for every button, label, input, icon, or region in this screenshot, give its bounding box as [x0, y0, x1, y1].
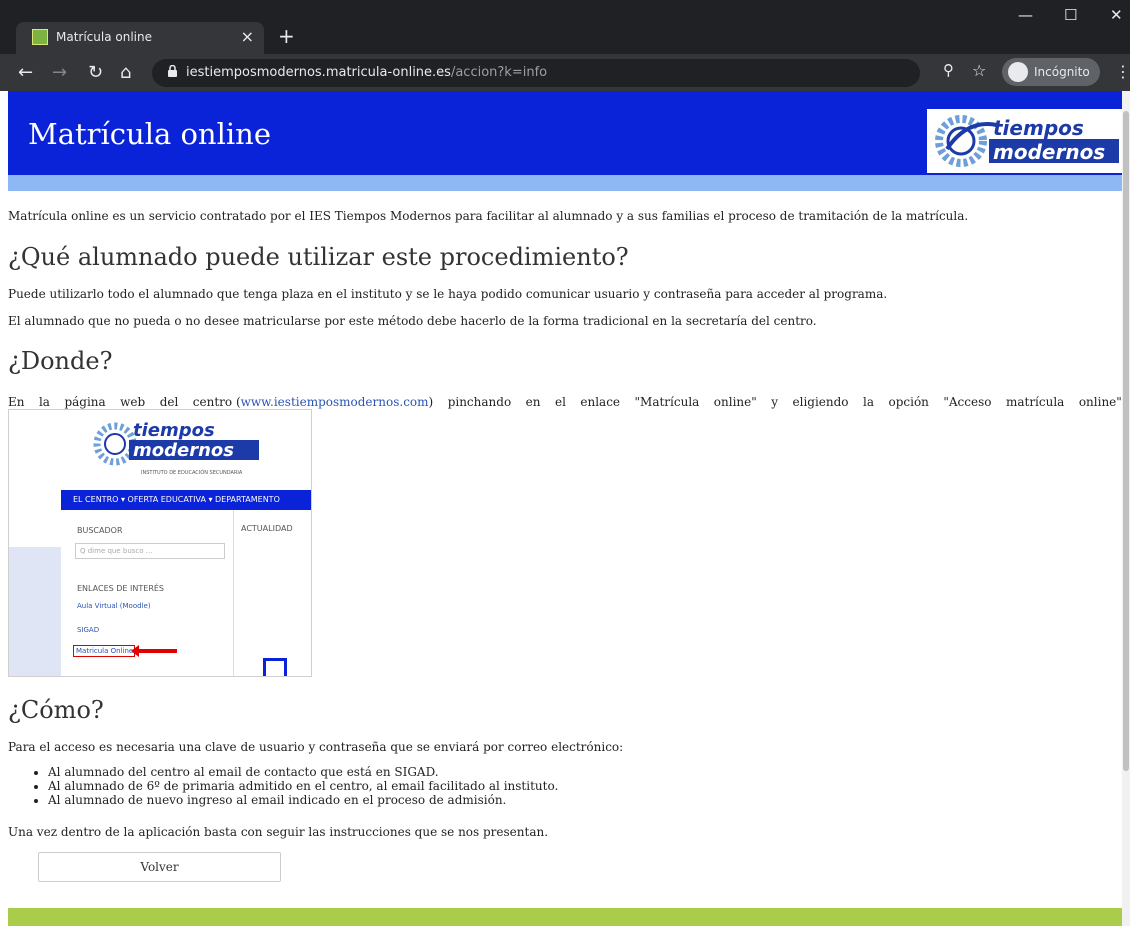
where-word-centro: centro	[192, 395, 233, 409]
where-word: "Acceso	[943, 395, 992, 409]
how-paragraph-1: Para el acceso es necesaria una clave de…	[8, 740, 624, 754]
section-heading-where: ¿Donde?	[8, 347, 113, 375]
where-word: online"	[713, 395, 757, 409]
where-word: "Matrícula	[634, 395, 700, 409]
browser-tab[interactable]: Matrícula online ×	[16, 22, 264, 54]
where-word: el	[554, 395, 566, 409]
screenshot-nav: EL CENTRO ▾ OFERTA EDUCATIVA ▾ DEPARTAME…	[61, 490, 311, 510]
url-host: iestiemposmodernos.matricula-online.es	[186, 65, 451, 80]
svg-text:tiempos: tiempos	[993, 116, 1084, 140]
list-item: Al alumnado de nuevo ingreso al email in…	[48, 793, 558, 807]
where-word: enlace	[580, 395, 621, 409]
page-content: Matrícula online tiempos modernos Matríc…	[8, 91, 1122, 926]
site-footer	[8, 908, 1122, 926]
where-word: En	[8, 395, 25, 409]
list-item: Al alumnado de 6º de primaria admitido e…	[48, 779, 558, 793]
url-text: iestiemposmodernos.matricula-online.es/a…	[186, 65, 547, 80]
incognito-label: Incógnito	[1034, 65, 1090, 79]
lock-icon	[168, 65, 177, 77]
screenshot-card-icon	[263, 658, 287, 676]
where-word: opción	[888, 395, 929, 409]
screenshot-link-sigad: SIGAD	[77, 626, 100, 634]
school-website-link[interactable]: www.iestiemposmodernos.com	[241, 395, 429, 409]
minimize-icon[interactable]: —	[1018, 6, 1033, 24]
where-word: la	[38, 395, 50, 409]
scrollbar[interactable]	[1122, 91, 1130, 926]
zoom-icon[interactable]: ⚲	[943, 61, 954, 79]
website-screenshot-image: tiempos modernos INSTITUTO DE EDUCACIÓN …	[8, 409, 312, 677]
screenshot-highlight-box	[73, 645, 135, 657]
page-title: Matrícula online	[28, 117, 272, 151]
header-band	[8, 175, 1122, 191]
svg-text:modernos: modernos	[133, 440, 234, 461]
screenshot-sidebar-bg	[9, 547, 61, 676]
screenshot-enlaces: ENLACES DE INTERÉS	[77, 584, 165, 593]
screenshot-actualidad: ACTUALIDAD	[241, 524, 293, 533]
new-tab-icon[interactable]: +	[278, 24, 295, 48]
where-word: la	[863, 395, 875, 409]
menu-icon[interactable]: ⋮	[1115, 62, 1130, 81]
how-bullet-list: Al alumnado del centro al email de conta…	[34, 765, 558, 807]
address-bar[interactable]: iestiemposmodernos.matricula-online.es/a…	[152, 59, 920, 87]
section-heading-who: ¿Qué alumnado puede utilizar este proced…	[8, 243, 629, 271]
where-word: y	[771, 395, 779, 409]
star-icon[interactable]: ☆	[972, 61, 986, 80]
reload-icon[interactable]: ↻	[88, 62, 103, 83]
where-word: eligiendo	[792, 395, 849, 409]
screenshot-divider	[233, 510, 234, 676]
where-word: matrícula	[1005, 395, 1065, 409]
maximize-icon[interactable]: ☐	[1064, 6, 1077, 24]
where-word: pinchando	[447, 395, 512, 409]
svg-text:modernos: modernos	[993, 140, 1105, 164]
how-paragraph-2: Una vez dentro de la aplicación basta co…	[8, 825, 549, 839]
where-word: online"	[1078, 395, 1122, 409]
screenshot-buscador: BUSCADOR	[77, 526, 123, 535]
list-item: Al alumnado del centro al email de conta…	[48, 765, 558, 779]
where-word: del	[159, 395, 179, 409]
forward-arrow-icon[interactable]: →	[52, 62, 67, 83]
favicon-icon	[32, 29, 48, 45]
red-arrow-shaft	[137, 649, 177, 653]
incognito-badge[interactable]: Incógnito	[1002, 58, 1100, 86]
home-icon[interactable]: ⌂	[120, 62, 131, 83]
scrollbar-thumb[interactable]	[1123, 111, 1129, 771]
who-paragraph-1: Puede utilizarlo todo el alumnado que te…	[8, 287, 888, 301]
section-heading-how: ¿Cómo?	[8, 696, 104, 724]
where-word: web	[120, 395, 146, 409]
screenshot-logo: tiempos modernos	[93, 420, 259, 466]
where-word: centro (www.iestiemposmodernos.com)	[193, 395, 433, 409]
intro-text: Matrícula online es un servicio contrata…	[8, 209, 969, 223]
screenshot-search-box: Q dime que busco ...	[75, 543, 225, 559]
tab-close-icon[interactable]: ×	[241, 27, 254, 46]
back-arrow-icon[interactable]: ←	[18, 62, 33, 83]
svg-text:tiempos: tiempos	[133, 420, 215, 441]
paren-close: )	[428, 395, 434, 409]
site-header: Matrícula online tiempos modernos	[8, 91, 1122, 175]
browser-toolbar: ← → ↻ ⌂ iestiemposmodernos.matricula-onl…	[0, 54, 1130, 91]
where-word: en	[525, 395, 541, 409]
browser-chrome: Matrícula online × + — ☐ ✕ ← → ↻ ⌂ iesti…	[0, 0, 1130, 91]
volver-button[interactable]: Volver	[38, 852, 281, 882]
window-close-icon[interactable]: ✕	[1110, 6, 1123, 24]
incognito-icon	[1008, 62, 1028, 82]
screenshot-logo-sub: INSTITUTO DE EDUCACIÓN SECUNDARIA	[141, 470, 243, 476]
who-paragraph-2: El alumnado que no pueda o no desee matr…	[8, 314, 817, 328]
screenshot-link-moodle: Aula Virtual (Moodle)	[77, 602, 151, 610]
where-paragraph: En la página web del centro (www.iestiem…	[8, 395, 1122, 409]
tab-title: Matrícula online	[56, 30, 152, 44]
url-path: /accion?k=info	[450, 65, 548, 80]
site-logo: tiempos modernos	[927, 109, 1122, 173]
where-word: página	[64, 395, 106, 409]
gear-logo-icon: tiempos modernos	[935, 115, 1119, 167]
